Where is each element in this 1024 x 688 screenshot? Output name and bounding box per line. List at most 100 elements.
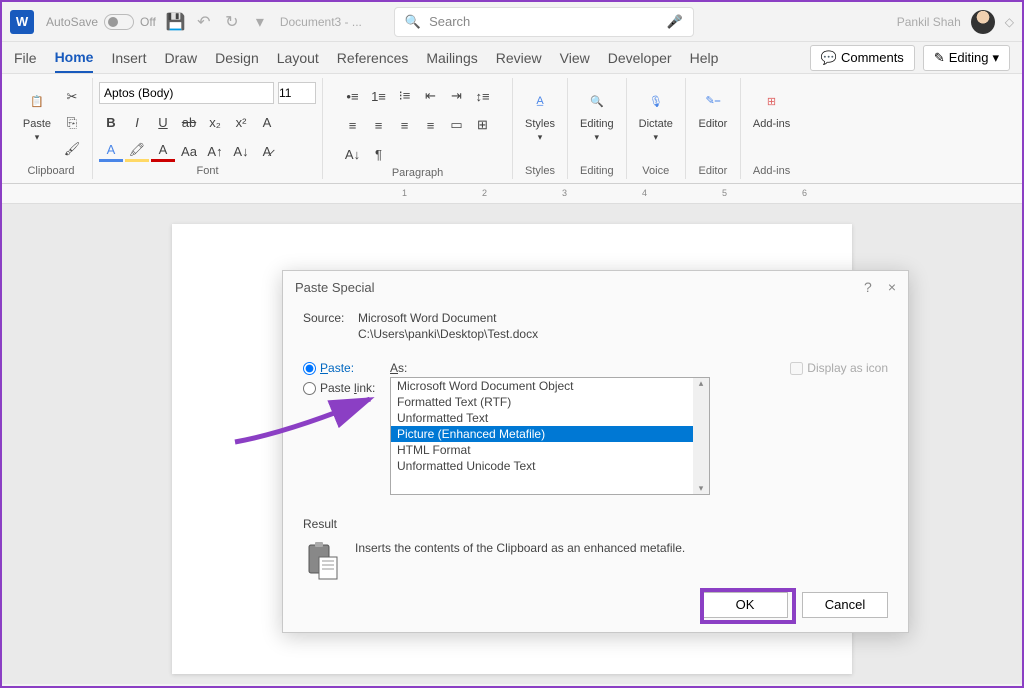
align-left-button[interactable]: ≡ [341,114,365,136]
paste-radio[interactable]: Paste: [303,361,378,375]
change-case-button[interactable]: Aa [177,140,201,162]
mic-icon[interactable]: 🎤 [667,14,683,30]
search-box[interactable]: 🔍 Search 🎤 [394,7,694,37]
tab-layout[interactable]: Layout [277,44,319,72]
qat-dropdown-icon[interactable]: ▾ [252,14,268,30]
copy-icon[interactable]: ⎘ [60,112,84,134]
list-item[interactable]: Unformatted Unicode Text [391,458,709,474]
text-effect-icon[interactable]: A [99,140,123,162]
editing-button[interactable]: 🔍Editing▾ [576,82,618,147]
text-effects-button[interactable]: A [255,111,279,133]
tab-mailings[interactable]: Mailings [426,44,477,72]
close-icon[interactable]: × [888,279,896,295]
search-icon: 🔍 [405,14,421,30]
list-item[interactable]: Unformatted Text [391,410,709,426]
group-clipboard: 📋 Paste ▾ ✂ ⎘ 🖌 Clipboard [10,78,93,179]
underline-button[interactable]: U [151,111,175,133]
paste-link-radio[interactable]: Paste link: [303,381,378,395]
result-icon [303,541,343,581]
tab-home[interactable]: Home [55,43,94,73]
paste-button[interactable]: 📋 Paste ▾ [18,82,56,147]
editing-mode-button[interactable]: ✎ Editing ▾ [923,45,1010,71]
group-label-paragraph: Paragraph [392,167,443,179]
diamond-icon[interactable]: ◇ [1005,15,1014,29]
tab-references[interactable]: References [337,44,409,72]
tab-insert[interactable]: Insert [111,44,146,72]
line-spacing-button[interactable]: ↕≡ [471,85,495,107]
borders-button[interactable]: ⊞ [471,114,495,136]
list-item[interactable]: Microsoft Word Document Object [391,378,709,394]
editor-button[interactable]: ✎⎯Editor [694,82,732,134]
justify-button[interactable]: ≡ [419,114,443,136]
group-font: B I U ab x₂ x² A A 🖍 A Aa A↑ A↓ A̷ Font [93,78,323,179]
superscript-button[interactable]: x² [229,111,253,133]
format-painter-icon[interactable]: 🖌 [60,138,84,160]
paste-radio-input[interactable] [303,362,316,375]
ok-button[interactable]: OK [702,592,788,618]
group-label-clipboard: Clipboard [27,165,74,177]
tab-design[interactable]: Design [215,44,259,72]
indent-inc-button[interactable]: ⇥ [445,85,469,107]
ribbon: 📋 Paste ▾ ✂ ⎘ 🖌 Clipboard B I U ab x₂ [2,74,1022,184]
editor-icon: ✎⎯ [698,86,728,116]
strike-button[interactable]: ab [177,111,201,133]
shading-button[interactable]: ▭ [445,114,469,136]
scrollbar[interactable]: ▴▾ [693,378,709,494]
group-editor: ✎⎯Editor Editor [686,78,741,179]
ruler-mark: 5 [722,188,727,198]
tab-draw[interactable]: Draw [164,44,197,72]
shrink-font-button[interactable]: A↓ [229,140,253,162]
dictate-button[interactable]: 🎙Dictate▾ [635,82,677,147]
tab-file[interactable]: File [14,44,37,72]
align-right-button[interactable]: ≡ [393,114,417,136]
scroll-up-icon[interactable]: ▴ [699,378,704,389]
bold-button[interactable]: B [99,111,123,133]
format-listbox[interactable]: Microsoft Word Document Object Formatted… [390,377,710,495]
tab-developer[interactable]: Developer [608,44,672,72]
show-marks-button[interactable]: ¶ [367,143,391,165]
autosave-label: AutoSave [46,15,98,29]
align-center-button[interactable]: ≡ [367,114,391,136]
help-icon[interactable]: ? [864,279,872,295]
document-title: Document3 - ... [280,15,362,29]
font-size-select[interactable] [278,82,316,104]
list-item[interactable]: HTML Format [391,442,709,458]
cancel-button[interactable]: Cancel [802,592,888,618]
group-label-voice: Voice [642,165,669,177]
font-name-select[interactable] [99,82,274,104]
tab-review[interactable]: Review [496,44,542,72]
comments-button[interactable]: 💬 Comments [810,45,915,71]
user-name: Pankil Shah [897,15,961,29]
italic-button[interactable]: I [125,111,149,133]
search-placeholder: Search [429,14,470,29]
subscript-button[interactable]: x₂ [203,111,227,133]
tab-help[interactable]: Help [690,44,719,72]
tab-view[interactable]: View [560,44,590,72]
indent-dec-button[interactable]: ⇤ [419,85,443,107]
highlight-button[interactable]: 🖍 [125,140,149,162]
multilevel-button[interactable]: ⁝≡ [393,85,417,107]
list-item-selected[interactable]: Picture (Enhanced Metafile) [391,426,709,442]
dialog-title-bar[interactable]: Paste Special ? × [283,271,908,303]
numbering-button[interactable]: 1≡ [367,85,391,107]
mic-icon: 🎙 [641,86,671,116]
addins-button[interactable]: ⊞Add-ins [749,82,794,134]
redo-icon[interactable]: ↻ [224,14,240,30]
user-area[interactable]: Pankil Shah ◇ [897,10,1014,34]
font-color-button[interactable]: A [151,140,175,162]
list-item[interactable]: Formatted Text (RTF) [391,394,709,410]
grow-font-button[interactable]: A↑ [203,140,227,162]
bullets-button[interactable]: •≡ [341,85,365,107]
avatar[interactable] [971,10,995,34]
cut-icon[interactable]: ✂ [60,86,84,108]
ruler[interactable]: 1 2 3 4 5 6 [2,184,1022,204]
autosave-toggle[interactable]: AutoSave Off [46,14,156,30]
styles-button[interactable]: A̲Styles▾ [521,82,559,147]
toggle-switch[interactable] [104,14,134,30]
undo-icon[interactable]: ↶ [196,14,212,30]
save-icon[interactable]: 💾 [168,14,184,30]
paste-link-radio-input[interactable] [303,382,316,395]
scroll-down-icon[interactable]: ▾ [699,483,704,494]
clear-format-button[interactable]: A̷ [255,140,279,162]
sort-button[interactable]: A↓ [341,143,365,165]
